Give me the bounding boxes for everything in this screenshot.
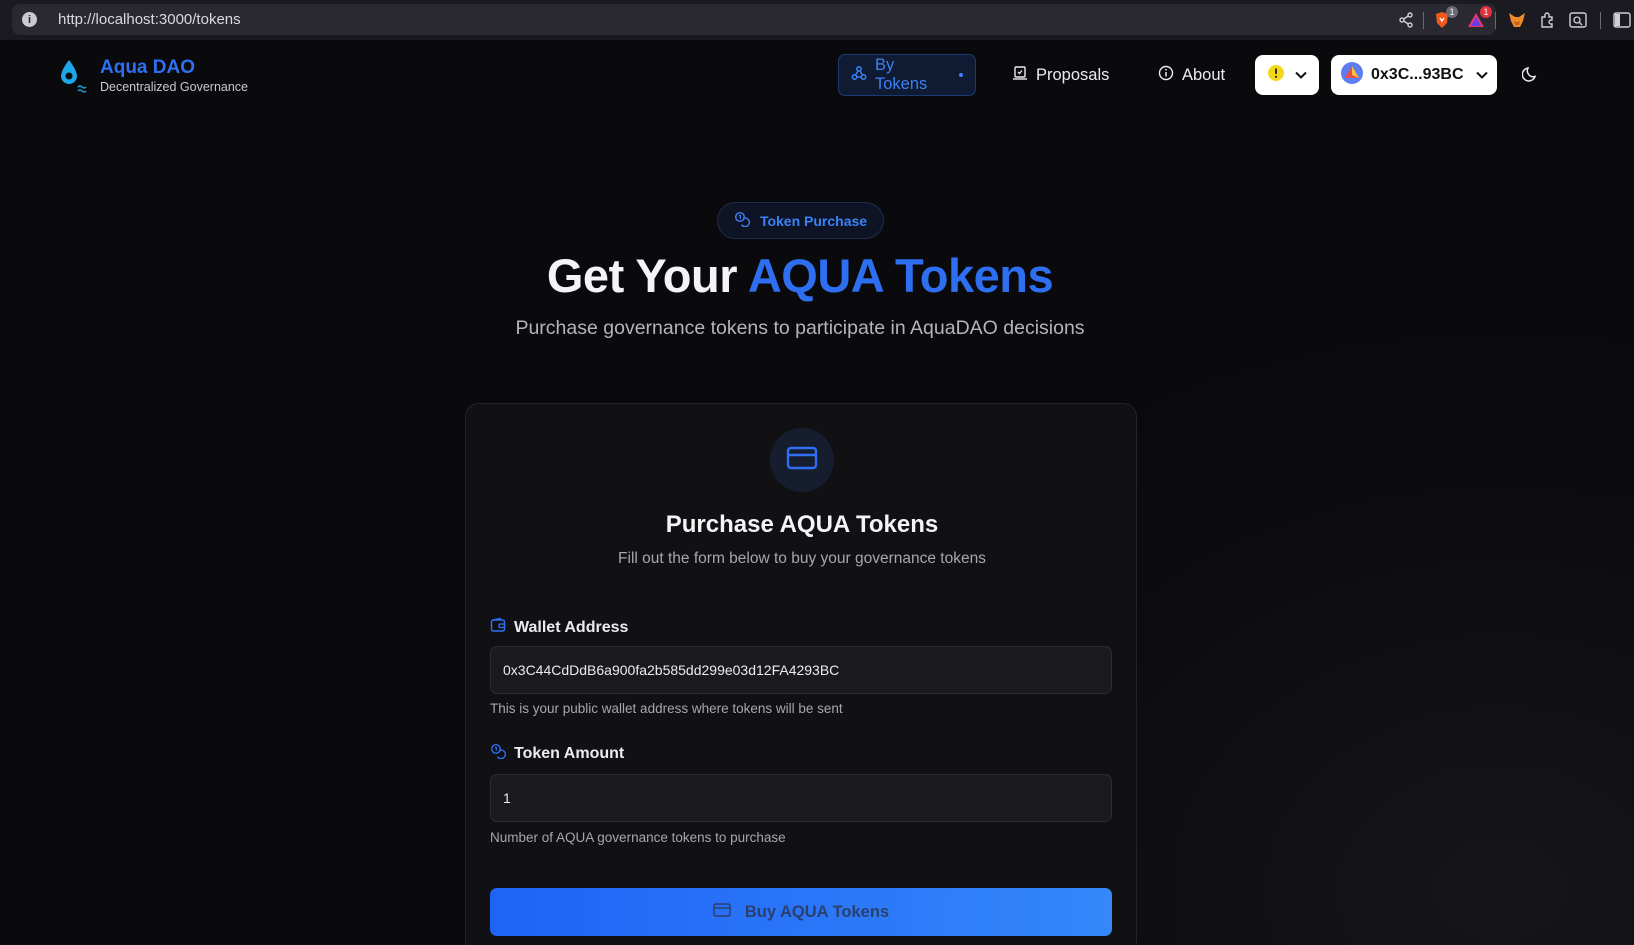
brand-title[interactable]: Aqua DAO — [100, 57, 195, 79]
webhook-icon — [851, 65, 867, 86]
account-address: 0x3C...93BC — [1371, 66, 1464, 83]
coins-icon — [734, 211, 750, 230]
site-info-icon[interactable]: i — [22, 12, 37, 27]
proposals-icon — [1012, 65, 1028, 86]
page-subtitle: Purchase governance tokens to participat… — [515, 317, 1085, 339]
page-content: Aqua DAO Decentralized Governance By Tok… — [0, 40, 1634, 945]
page-search-icon[interactable] — [1568, 10, 1588, 30]
sidebar-toggle-icon[interactable] — [1612, 10, 1632, 30]
token-amount-label-text: Token Amount — [514, 744, 625, 762]
nav-about-label: About — [1182, 65, 1226, 84]
toolbar-divider — [1600, 12, 1601, 29]
credit-card-icon — [713, 902, 731, 922]
address-bar[interactable]: i http://localhost:3000/tokens — [12, 4, 1496, 35]
coins-icon — [490, 743, 507, 764]
chevron-down-icon — [1295, 66, 1307, 84]
network-warning-icon — [1267, 64, 1285, 87]
nav-by-tokens[interactable]: By Tokens — [838, 54, 976, 96]
shields-badge: 1 — [1446, 6, 1458, 18]
info-circle-icon — [1158, 65, 1174, 86]
nav-proposals-label: Proposals — [1036, 65, 1110, 84]
page-title: Get Your AQUA Tokens — [0, 248, 1600, 303]
token-purchase-badge: Token Purchase — [717, 202, 884, 239]
aqua-logo-icon[interactable] — [58, 56, 88, 96]
brand-subtitle: Decentralized Governance — [100, 80, 248, 94]
chevron-down-icon — [1475, 66, 1488, 84]
title-prefix: Get Your — [546, 249, 738, 302]
credit-card-icon — [786, 446, 818, 475]
wallet-address-help: This is your public wallet address where… — [490, 701, 843, 716]
theme-toggle-moon-icon[interactable] — [1521, 64, 1542, 84]
badge-label: Token Purchase — [759, 212, 868, 229]
card-title: Purchase AQUA Tokens — [665, 511, 939, 538]
extensions-icon[interactable] — [1538, 10, 1558, 30]
metamask-extension-icon[interactable] — [1507, 10, 1527, 30]
network-selector[interactable] — [1255, 55, 1319, 95]
token-amount-label: Token Amount — [490, 743, 624, 764]
nav-proposals[interactable]: Proposals — [1000, 54, 1121, 96]
buy-tokens-button[interactable]: Buy AQUA Tokens — [490, 888, 1112, 936]
account-avatar — [1341, 61, 1363, 89]
token-amount-input[interactable] — [490, 774, 1112, 822]
brave-shields-icon[interactable]: 1 — [1432, 6, 1458, 30]
credit-card-icon-circle — [770, 428, 834, 492]
share-icon[interactable] — [1396, 10, 1416, 30]
nav-by-tokens-label: By Tokens — [875, 56, 928, 93]
wallet-address-label-text: Wallet Address — [514, 618, 629, 636]
title-accent: AQUA Tokens — [747, 249, 1054, 302]
nav-about[interactable]: About — [1146, 54, 1237, 96]
browser-toolbar: i http://localhost:3000/tokens 1 1 — [0, 0, 1634, 40]
toolbar-divider — [1423, 12, 1424, 29]
token-amount-help: Number of AQUA governance tokens to purc… — [490, 830, 786, 845]
url-text[interactable]: http://localhost:3000/tokens — [58, 11, 241, 28]
active-indicator-dot — [959, 73, 963, 77]
brave-rewards-icon[interactable]: 1 — [1466, 6, 1492, 30]
wallet-icon — [490, 617, 506, 638]
wallet-address-label: Wallet Address — [490, 617, 628, 638]
rewards-badge: 1 — [1480, 6, 1492, 18]
toolbar-divider — [1495, 12, 1496, 29]
purchase-card: Purchase AQUA Tokens Fill out the form b… — [465, 403, 1137, 945]
wallet-address-input[interactable] — [490, 646, 1112, 694]
card-subtitle: Fill out the form below to buy your gove… — [618, 550, 986, 567]
account-button[interactable]: 0x3C...93BC — [1331, 55, 1497, 95]
buy-tokens-button-label: Buy AQUA Tokens — [744, 902, 890, 921]
